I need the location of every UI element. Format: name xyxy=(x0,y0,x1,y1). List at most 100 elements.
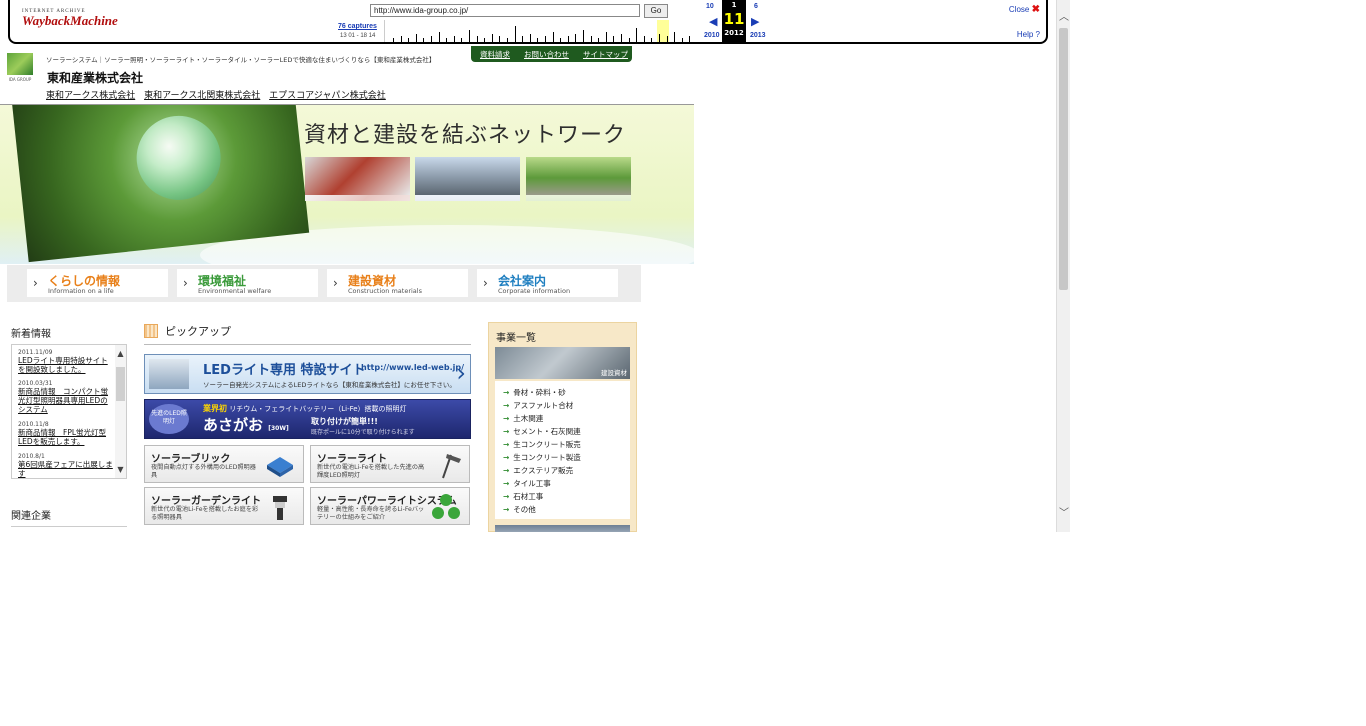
nav-contact[interactable]: お問い合わせ xyxy=(524,49,569,60)
news-scroll-thumb[interactable] xyxy=(116,367,125,401)
capture-bar xyxy=(408,38,410,42)
news-text[interactable]: 第6回県産フェアに出展します xyxy=(18,460,114,478)
wayback-current-month: 1 xyxy=(731,1,737,9)
product-solar-brick[interactable]: ソーラーブリック 夜間自動点灯する外構用のLED照明器具 xyxy=(144,445,304,483)
capture-bar xyxy=(583,30,584,42)
affiliate-link[interactable]: エプスコアジャパン株式会社 xyxy=(269,91,386,101)
business-item[interactable]: → 骨材・砕料・砂 xyxy=(503,387,566,398)
site-logo[interactable]: IDA GROUP xyxy=(7,53,33,83)
system-circles-icon xyxy=(432,494,460,519)
related-companies-box xyxy=(11,526,127,532)
wayback-range: 13 01 - 18 14 xyxy=(340,33,376,39)
wayback-help-link[interactable]: Help ? xyxy=(1017,30,1040,39)
arrow-right-icon: → xyxy=(503,479,510,488)
news-item[interactable]: 2010.03/31 新商品情報 コンパクト蛍光灯型照明器具専用LEDのシステム xyxy=(18,380,114,414)
chevron-up-icon[interactable]: ︿ xyxy=(1057,10,1071,26)
product-solar-garden-light[interactable]: ソーラーガーデンライト 新世代の電池Li-Feを搭載したお庭を彩る照明器具 xyxy=(144,487,304,525)
capture-bar xyxy=(575,34,577,42)
news-date: 2011.11/09 xyxy=(18,349,53,356)
capture-bar xyxy=(469,30,470,42)
wayback-next-arrow-icon[interactable]: ▶ xyxy=(751,15,759,28)
wayback-prev-month[interactable]: 10 xyxy=(706,3,714,10)
affiliate-link[interactable]: 東和アークス株式会社 xyxy=(46,91,135,101)
page-scrollbar[interactable]: ︿ ﹀ xyxy=(1056,0,1070,532)
wayback-captures-link[interactable]: 76 captures xyxy=(338,23,377,30)
news-scrollbar[interactable]: ▲ ▼ xyxy=(115,345,126,478)
chevron-down-icon[interactable]: ﹀ xyxy=(1057,506,1071,522)
category-sublabel: Information on a life xyxy=(48,287,114,295)
news-item[interactable]: 2010.11/8 新商品情報 FPL蛍光灯型LEDを販売します。 xyxy=(18,421,114,446)
li-fe-light-banner[interactable]: 先進のLED照明灯 業界初 リチウム・フェライトバッテリー（Li-Fe）搭載の照… xyxy=(144,399,471,439)
capture-bar xyxy=(605,32,607,42)
business-item-label: 骨材・砕料・砂 xyxy=(513,388,566,397)
arrow-right-icon: → xyxy=(503,401,510,410)
business-item[interactable]: → セメント・石灰関連 xyxy=(503,426,581,437)
solar-brick-icon xyxy=(267,457,293,477)
capture-bar xyxy=(651,38,653,42)
capture-bar xyxy=(446,38,448,42)
page-scroll-thumb[interactable] xyxy=(1059,28,1068,290)
business-item[interactable]: → 生コンクリート製造 xyxy=(503,452,581,463)
wayback-prev-arrow-icon[interactable]: ◀ xyxy=(709,15,717,28)
wayback-logo[interactable]: INTERNET ARCHIVE WaybackMachine xyxy=(22,9,118,39)
business-item[interactable]: → タイル工事 xyxy=(503,478,551,489)
hero-photo-trees xyxy=(526,157,631,201)
construction-materials-image[interactable]: 建設資材 xyxy=(495,347,630,379)
wayback-close-button[interactable]: Close ✖ xyxy=(1009,4,1040,15)
site-page: 資料請求 お問い合わせ サイトマップ IDA GROUP ソーラーシステム｜ソー… xyxy=(0,44,694,532)
capture-bar xyxy=(537,38,539,42)
product-desc: 新世代の電池Li-Feを搭載したお庭を彩る照明器具 xyxy=(151,506,259,521)
news-text[interactable]: 新商品情報 FPL蛍光灯型LEDを販売します。 xyxy=(18,428,114,446)
nav-request-materials[interactable]: 資料請求 xyxy=(480,49,510,60)
chevron-down-icon[interactable]: ▼ xyxy=(115,465,126,474)
capture-bar xyxy=(643,36,645,42)
li-banner-name: あさがお [30W] xyxy=(203,414,289,435)
li-banner-line2: 取り付けが簡単!!! xyxy=(311,417,378,426)
arrow-right-icon: → xyxy=(503,466,510,475)
category-construction[interactable]: › 建設資材 Construction materials xyxy=(327,269,468,297)
nav-sitemap[interactable]: サイトマップ xyxy=(583,49,628,60)
led-site-banner[interactable]: LEDライト専用 特設サイト http://www.led-web.jp/ ソー… xyxy=(144,354,471,394)
business-item[interactable]: → その他 xyxy=(503,504,536,515)
capture-bar xyxy=(423,38,425,42)
category-company[interactable]: › 会社案内 Corporate information xyxy=(477,269,618,297)
arrow-right-icon: → xyxy=(503,388,510,397)
capture-bar xyxy=(453,36,455,42)
product-desc: 新世代の電池Li-Feを搭載した先進の高輝度LED照明灯 xyxy=(317,464,425,479)
hero-title: 資材と建設を結ぶネットワーク xyxy=(304,123,627,148)
affiliate-links: 東和アークス株式会社 東和アークス北関東株式会社 エプスコアジャパン株式会社 xyxy=(46,88,392,101)
category-environment[interactable]: › 環境福祉 Environmental welfare xyxy=(177,269,318,297)
business-item[interactable]: → 石材工事 xyxy=(503,491,543,502)
product-solar-power-light-system[interactable]: ソーラーパワーライトシステム 軽量・高性能・長寿命を誇るLi-Feバッテリーの仕… xyxy=(310,487,470,525)
business-item-label: 石材工事 xyxy=(513,492,544,501)
wayback-capture-graph[interactable] xyxy=(384,20,700,42)
led-site-screenshot xyxy=(149,359,189,389)
news-text[interactable]: 新商品情報 コンパクト蛍光灯型照明器具専用LEDのシステム xyxy=(18,387,114,414)
business-next-image[interactable] xyxy=(495,525,630,532)
category-life[interactable]: › くらしの情報 Information on a life xyxy=(27,269,168,297)
business-item[interactable]: → 生コンクリート販売 xyxy=(503,439,581,450)
wayback-next-year[interactable]: 2013 xyxy=(750,32,766,39)
wayback-prev-year[interactable]: 2010 xyxy=(704,32,720,39)
business-item[interactable]: → エクステリア販売 xyxy=(503,465,573,476)
help-icon: ? xyxy=(1035,30,1040,39)
product-desc: 夜間自動点灯する外構用のLED照明器具 xyxy=(151,464,256,479)
led-banner-url: http://www.led-web.jp/ xyxy=(361,363,464,372)
business-item[interactable]: → アスファルト合材 xyxy=(503,400,573,411)
news-item[interactable]: 2011.11/09 LEDライト専用特設サイトを開設致しました。 xyxy=(18,349,114,374)
affiliate-link[interactable]: 東和アークス北関東株式会社 xyxy=(144,91,260,101)
capture-bar xyxy=(567,36,569,42)
business-item[interactable]: → 土木関連 xyxy=(503,413,543,424)
product-solar-light[interactable]: ソーラーライト 新世代の電池Li-Feを搭載した先進の高輝度LED照明灯 xyxy=(310,445,470,483)
company-name[interactable]: 東和産業株式会社 xyxy=(47,69,143,86)
news-item[interactable]: 2010.8/1 第6回県産フェアに出展します xyxy=(18,453,114,478)
logo-text: IDA GROUP xyxy=(8,77,32,82)
wayback-go-button[interactable]: Go xyxy=(644,4,668,18)
chevron-up-icon[interactable]: ▲ xyxy=(115,349,126,358)
capture-bar xyxy=(529,34,531,42)
capture-bar xyxy=(438,32,440,42)
wayback-url-input[interactable]: http://www.ida-group.co.jp/ xyxy=(370,4,640,17)
wayback-next-month[interactable]: 6 xyxy=(754,3,758,10)
news-text[interactable]: LEDライト専用特設サイトを開設致しました。 xyxy=(18,356,114,374)
category-sublabel: Corporate information xyxy=(498,287,571,295)
